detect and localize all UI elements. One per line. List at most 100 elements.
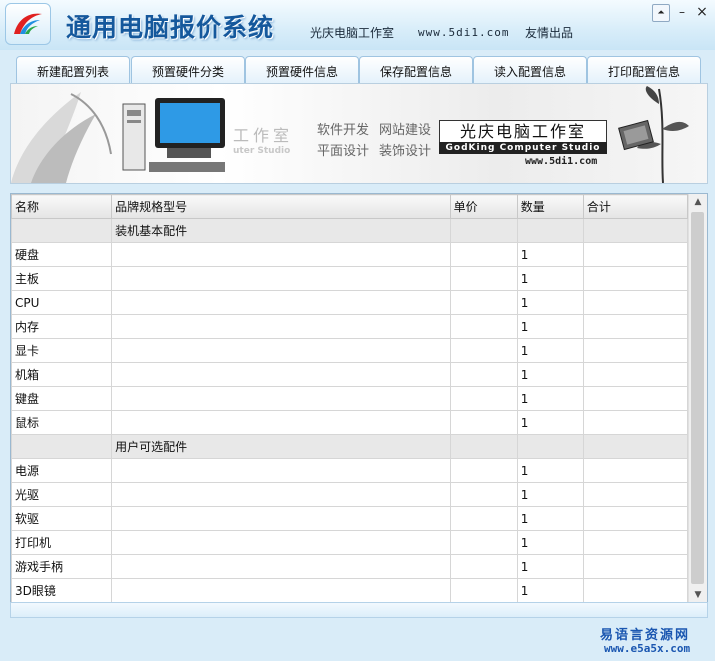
table-row[interactable]: 键盘 1	[11, 386, 689, 411]
cell-name[interactable]: 鼠标	[11, 410, 113, 435]
tab-load-config[interactable]: 读入配置信息	[473, 56, 587, 84]
tab-save-config[interactable]: 保存配置信息	[359, 56, 473, 84]
table-row[interactable]: CPU 1	[11, 290, 689, 315]
table-row[interactable]: 3D眼镜 1	[11, 578, 689, 603]
cell-qty[interactable]: 1	[516, 290, 584, 315]
cell-qty[interactable]: 1	[516, 506, 584, 531]
cell-name[interactable]: 游戏手柄	[11, 554, 113, 579]
cell-total[interactable]	[582, 530, 689, 555]
tab-preset-hardware-category[interactable]: 预置硬件分类	[131, 56, 245, 84]
cell-name[interactable]	[11, 218, 113, 243]
cell-name[interactable]: 键盘	[11, 386, 113, 411]
cell-spec[interactable]	[111, 410, 451, 435]
cell-total[interactable]	[582, 506, 689, 531]
scroll-up-icon[interactable]: ▲	[689, 194, 707, 211]
cell-spec[interactable]	[111, 290, 451, 315]
cell-total[interactable]	[582, 386, 689, 411]
cell-total[interactable]	[582, 290, 689, 315]
tab-preset-hardware-info[interactable]: 预置硬件信息	[245, 56, 359, 84]
col-header-total[interactable]: 合计	[582, 194, 689, 219]
cell-spec[interactable]: 用户可选配件	[111, 434, 451, 459]
cell-name[interactable]	[11, 434, 113, 459]
group-row[interactable]: 装机基本配件	[11, 218, 689, 243]
cell-price[interactable]	[449, 458, 518, 483]
cell-spec[interactable]	[111, 482, 451, 507]
cell-spec[interactable]	[111, 338, 451, 363]
cell-spec[interactable]	[111, 530, 451, 555]
cell-qty[interactable]: 1	[516, 266, 584, 291]
table-row[interactable]: 主板 1	[11, 266, 689, 291]
table-row[interactable]: 机箱 1	[11, 362, 689, 387]
cell-spec[interactable]	[111, 386, 451, 411]
group-row[interactable]: 用户可选配件	[11, 434, 689, 459]
cell-name[interactable]: 主板	[11, 266, 113, 291]
scroll-thumb[interactable]	[691, 212, 704, 584]
cell-qty[interactable]	[516, 218, 584, 243]
cell-total[interactable]	[582, 554, 689, 579]
table-row[interactable]: 游戏手柄 1	[11, 554, 689, 579]
cell-price[interactable]	[449, 242, 518, 267]
cell-price[interactable]	[449, 578, 518, 603]
cell-price[interactable]	[449, 554, 518, 579]
close-button[interactable]: ×	[694, 4, 710, 20]
cell-total[interactable]	[582, 242, 689, 267]
cell-total[interactable]	[582, 410, 689, 435]
cell-name[interactable]: 硬盘	[11, 242, 113, 267]
cell-price[interactable]	[449, 434, 518, 459]
cell-total[interactable]	[582, 218, 689, 243]
cell-price[interactable]	[449, 362, 518, 387]
table-row[interactable]: 鼠标 1	[11, 410, 689, 435]
cell-name[interactable]: 打印机	[11, 530, 113, 555]
table-row[interactable]: 硬盘 1	[11, 242, 689, 267]
cell-qty[interactable]: 1	[516, 242, 584, 267]
col-header-spec[interactable]: 品牌规格型号	[111, 194, 451, 219]
cell-qty[interactable]: 1	[516, 362, 584, 387]
vertical-scrollbar[interactable]: ▲ ▼	[688, 194, 707, 604]
cell-spec[interactable]	[111, 554, 451, 579]
minimize-button[interactable]: –	[674, 4, 690, 20]
cell-qty[interactable]: 1	[516, 314, 584, 339]
cell-price[interactable]	[449, 338, 518, 363]
table-row[interactable]: 打印机 1	[11, 530, 689, 555]
cell-name[interactable]: 3D眼镜	[11, 578, 113, 603]
cell-total[interactable]	[582, 434, 689, 459]
table-row[interactable]: 光驱 1	[11, 482, 689, 507]
cell-spec[interactable]	[111, 314, 451, 339]
table-row[interactable]: 内存 1	[11, 314, 689, 339]
cell-total[interactable]	[582, 458, 689, 483]
cell-price[interactable]	[449, 410, 518, 435]
restore-button[interactable]: ⏶	[652, 4, 670, 22]
cell-qty[interactable]: 1	[516, 386, 584, 411]
cell-name[interactable]: 内存	[11, 314, 113, 339]
cell-price[interactable]	[449, 530, 518, 555]
cell-price[interactable]	[449, 314, 518, 339]
cell-total[interactable]	[582, 482, 689, 507]
col-header-qty[interactable]: 数量	[516, 194, 584, 219]
cell-qty[interactable]: 1	[516, 578, 584, 603]
cell-spec[interactable]	[111, 242, 451, 267]
tab-new-config-list[interactable]: 新建配置列表	[16, 56, 130, 84]
tab-print-config[interactable]: 打印配置信息	[587, 56, 701, 84]
cell-qty[interactable]: 1	[516, 530, 584, 555]
cell-qty[interactable]: 1	[516, 482, 584, 507]
cell-qty[interactable]: 1	[516, 554, 584, 579]
cell-name[interactable]: 光驱	[11, 482, 113, 507]
cell-spec[interactable]	[111, 362, 451, 387]
table-row[interactable]: 电源 1	[11, 458, 689, 483]
table-row[interactable]: 显卡 1	[11, 338, 689, 363]
cell-price[interactable]	[449, 482, 518, 507]
cell-spec[interactable]	[111, 578, 451, 603]
config-grid[interactable]: 名称 品牌规格型号 单价 数量 合计 装机基本配件 硬盘 1 主板 1 CPU 1 内存 1 显卡…	[10, 193, 708, 605]
cell-name[interactable]: 机箱	[11, 362, 113, 387]
cell-spec[interactable]	[111, 458, 451, 483]
cell-price[interactable]	[449, 386, 518, 411]
cell-name[interactable]: 电源	[11, 458, 113, 483]
cell-total[interactable]	[582, 578, 689, 603]
cell-name[interactable]: CPU	[11, 290, 113, 315]
cell-total[interactable]	[582, 362, 689, 387]
cell-qty[interactable]: 1	[516, 458, 584, 483]
cell-price[interactable]	[449, 290, 518, 315]
cell-price[interactable]	[449, 266, 518, 291]
cell-price[interactable]	[449, 506, 518, 531]
cell-qty[interactable]: 1	[516, 338, 584, 363]
